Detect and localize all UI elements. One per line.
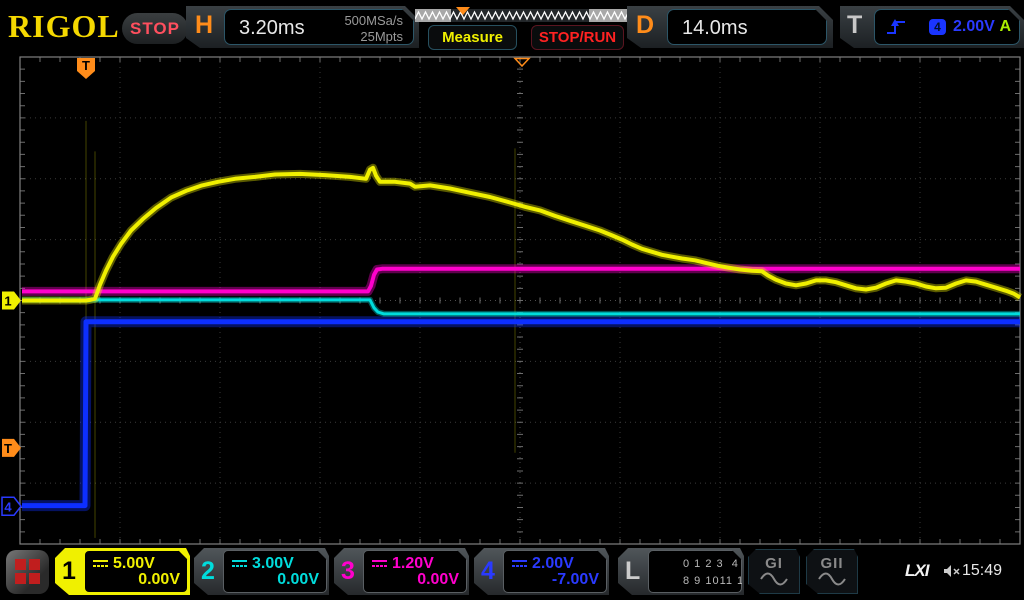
trigger-source-badge: 4	[929, 19, 946, 35]
waveform-display-area[interactable]: 1 T 4 T	[0, 55, 1024, 547]
top-status-bar: RIGOL STOP H 3.20ms 500MSa/s 25Mpts Meas…	[0, 0, 1024, 55]
delay-value: 14.0ms	[682, 17, 748, 40]
lxi-status: LXI	[905, 561, 928, 581]
horizontal-panel[interactable]: H 3.20ms 500MSa/s 25Mpts	[186, 6, 419, 48]
delay-panel[interactable]: D 14.0ms	[627, 6, 833, 48]
channel-number: 4	[481, 557, 495, 586]
oscilloscope-screen: RIGOL STOP H 3.20ms 500MSa/s 25Mpts Meas…	[0, 0, 1024, 600]
trigger-label: T	[847, 11, 862, 40]
channel-1-status[interactable]: 1 5.00V 0.00V	[55, 548, 190, 595]
left-marker-T[interactable]: T	[2, 439, 21, 457]
sample-rate: 500MSa/s	[344, 13, 403, 28]
trigger-value-box[interactable]: 4 2.00V A	[874, 9, 1020, 45]
memory-depth: 25Mpts	[360, 29, 403, 44]
channel-offset: -7.00V	[552, 571, 599, 589]
menu-grid-icon	[29, 559, 40, 570]
speaker-muted-icon[interactable]	[943, 563, 961, 579]
la-channels-box: 0 1 2 3 4 5 6 78 9 1011 12131415	[648, 550, 742, 593]
channel-value-box: 1.20V 0.00V	[363, 550, 467, 593]
channel-offset: 0.00V	[138, 571, 180, 589]
trigger-position-marker[interactable]: T	[77, 58, 95, 79]
menu-grid-icon	[29, 573, 40, 584]
gen1-button[interactable]: GI	[748, 549, 800, 594]
la-label: L	[625, 557, 640, 586]
channel-3-status[interactable]: 3 1.20V 0.00V	[334, 548, 469, 595]
left-marker-4[interactable]: 4	[2, 497, 21, 515]
channel-number: 2	[201, 557, 215, 586]
sine-wave-icon	[818, 572, 846, 586]
trace-halo-ch2	[22, 300, 1020, 314]
menu-grid-icon	[15, 573, 26, 584]
acquisition-status-badge: STOP	[122, 13, 188, 44]
sine-wave-icon	[760, 572, 788, 586]
left-marker-1[interactable]: 1	[2, 292, 21, 310]
horizontal-label: H	[195, 11, 213, 40]
trigger-edge-icon	[885, 17, 907, 37]
gen2-label: GII	[807, 555, 857, 572]
delay-value-box[interactable]: 14.0ms	[667, 9, 827, 45]
dc-coupling-icon	[232, 560, 247, 567]
channel-offset: 0.00V	[277, 571, 319, 589]
trace-ch1	[22, 168, 1020, 301]
stop-run-button[interactable]: STOP/RUN	[531, 25, 624, 50]
delay-label: D	[636, 11, 654, 40]
rigol-logo: RIGOL	[8, 8, 120, 45]
clock: 15:49	[962, 562, 1002, 580]
channel-number: 3	[341, 557, 355, 586]
dc-coupling-icon	[372, 560, 387, 567]
scope-graticule[interactable]: 1 T 4 T	[0, 55, 1024, 547]
channel-offset: 0.00V	[417, 571, 459, 589]
dc-coupling-icon	[512, 560, 527, 567]
logic-analyzer-panel[interactable]: L 0 1 2 3 4 5 6 78 9 1011 12131415	[618, 548, 744, 595]
channel-value-box: 2.00V -7.00V	[503, 550, 607, 593]
measure-button[interactable]: Measure	[428, 25, 517, 50]
svg-text:4: 4	[4, 499, 12, 514]
svg-text:T: T	[82, 58, 90, 73]
channel-2-status[interactable]: 2 3.00V 0.00V	[194, 548, 329, 595]
channel-4-status[interactable]: 4 2.00V -7.00V	[474, 548, 609, 595]
trace-halo-ch1	[22, 168, 1020, 301]
memory-position-indicator[interactable]	[415, 7, 634, 24]
svg-text:1: 1	[4, 294, 11, 309]
gen1-label: GI	[749, 555, 799, 572]
delay-position-marker[interactable]	[515, 59, 529, 67]
channel-value-box: 5.00V 0.00V	[84, 550, 188, 593]
trigger-panel[interactable]: T 4 2.00V A	[840, 6, 1024, 48]
trigger-level-value: 2.00V	[953, 18, 995, 36]
horizontal-value-box[interactable]: 3.20ms 500MSa/s 25Mpts	[224, 9, 414, 45]
channel-number: 1	[62, 557, 76, 586]
timebase-value: 3.20ms	[239, 17, 305, 40]
menu-button[interactable]	[6, 550, 49, 594]
dc-coupling-icon	[93, 560, 108, 567]
channel-value-box: 3.00V 0.00V	[223, 550, 327, 593]
trigger-sweep-mode: A	[999, 18, 1011, 36]
svg-text:T: T	[4, 441, 12, 456]
bottom-status-bar: 1 5.00V 0.00V 2 3.00V 0.00V 3	[0, 547, 1024, 600]
menu-grid-icon	[15, 559, 26, 570]
gen2-button[interactable]: GII	[806, 549, 858, 594]
